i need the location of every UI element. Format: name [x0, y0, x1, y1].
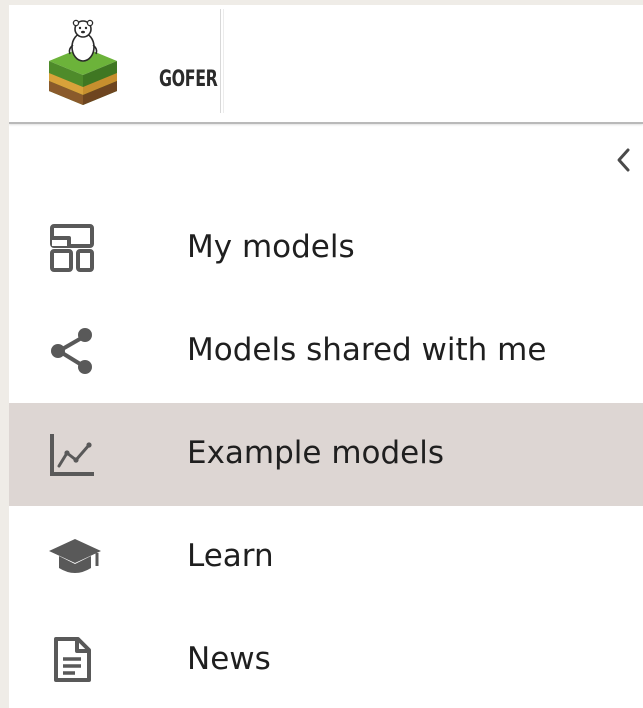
graduation-cap-icon	[47, 532, 101, 582]
sidebar-nav: My models Models shared with me Example …	[9, 197, 643, 708]
app-header: GOFER	[9, 5, 643, 124]
collapse-sidebar-button[interactable]	[609, 145, 639, 175]
sidebar-item-learn[interactable]: Learn	[9, 506, 643, 609]
sidebar-item-label: My models	[187, 229, 355, 265]
sidebar-item-label: Learn	[187, 538, 274, 574]
document-icon	[47, 635, 97, 685]
dashboard-icon	[47, 223, 97, 273]
chevron-left-icon	[617, 148, 630, 172]
sidebar-item-shared-models[interactable]: Models shared with me	[9, 300, 643, 403]
app-panel: GOFER My models Models shared with me Ex…	[9, 5, 643, 708]
line-chart-icon	[47, 429, 97, 479]
sidebar-item-news[interactable]: News	[9, 609, 643, 708]
sidebar-item-label: Example models	[187, 435, 445, 471]
brand-name: GOFER	[159, 67, 218, 92]
header-divider	[220, 9, 221, 113]
sidebar-item-example-models[interactable]: Example models	[9, 403, 643, 506]
logo-cube-icon	[49, 19, 117, 105]
share-icon	[47, 326, 97, 376]
sidebar-item-label: News	[187, 641, 271, 677]
sidebar-item-my-models[interactable]: My models	[9, 197, 643, 300]
gofer-logo[interactable]: GOFER	[45, 17, 218, 107]
sidebar-item-label: Models shared with me	[187, 332, 547, 368]
